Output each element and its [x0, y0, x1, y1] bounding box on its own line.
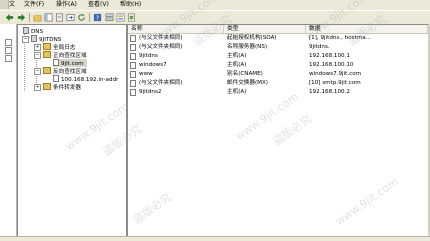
console-tree: DNS − 9JITDNS + 全局日志 − 正向查找区域 9jit.com −…: [17, 24, 127, 238]
record-data: windows7.9jit.com: [309, 71, 362, 77]
record-name: windows7: [139, 62, 167, 68]
expand-icon[interactable]: [5, 47, 12, 54]
record-name: (与父文件夹相同): [139, 35, 183, 41]
record-icon: [130, 89, 136, 96]
tree-node-reverse-zone-item[interactable]: 100.168.192.in-addr: [53, 75, 118, 83]
toolbar: ?: [0, 10, 430, 25]
record-type: 别名(CNAME): [227, 71, 263, 77]
server-icon: [31, 35, 37, 42]
zone-icon: [53, 75, 59, 82]
menu-bar: 文 文件(F) 操作(A) 查看(V) 帮助(H): [0, 0, 430, 9]
up-folder-icon[interactable]: [33, 13, 42, 22]
toolbar-separator: [89, 13, 90, 22]
table-row[interactable]: (与父文件夹相同) 起始授权机构(SOA) [1], 9jitdns., hos…: [128, 34, 428, 43]
tree-node-server[interactable]: 9JITDNS: [31, 35, 61, 43]
back-arrow-icon[interactable]: [5, 13, 14, 22]
record-icon: [130, 80, 136, 87]
record-type: 起始授权机构(SOA): [227, 35, 277, 41]
column-header-data[interactable]: 数据: [306, 25, 428, 33]
record-data: 192.168.100.1: [309, 53, 350, 59]
tree-label: 条件转发器: [53, 85, 81, 91]
menu-help[interactable]: 帮助(H): [120, 1, 141, 8]
menu-action[interactable]: 操作(A): [56, 1, 77, 8]
column-header-name[interactable]: 名称: [128, 25, 224, 33]
record-icon: [130, 44, 136, 51]
record-name: www: [139, 71, 153, 77]
left-strip: [0, 24, 17, 240]
forward-arrow-icon[interactable]: [17, 13, 26, 22]
record-name: 9jitdns2: [139, 89, 162, 95]
folder-icon: [43, 43, 51, 50]
record-type: 名称服务器(NS): [227, 44, 268, 50]
record-name: 9jitdns: [139, 53, 158, 59]
record-type: 邮件交换器(MX): [227, 80, 268, 86]
zone-icon[interactable]: [116, 13, 125, 22]
record-name: (与父文件夹相同): [139, 80, 183, 86]
record-data: [10] smtp.9jit.com: [309, 80, 361, 86]
record-icon: [130, 71, 136, 78]
app-icon: [0, 0, 9, 9]
records-list: 名称 类型 数据 (与父文件夹相同) 起始授权机构(SOA) [1], 9jit…: [127, 24, 429, 238]
refresh-icon[interactable]: [77, 13, 86, 22]
dns-icon: [23, 27, 29, 34]
record-type: 主机(A): [227, 53, 247, 59]
folder-icon: [43, 83, 51, 90]
expand-icon[interactable]: +: [34, 44, 41, 51]
tree-node-conditional-forwarders[interactable]: 条件转发器: [43, 83, 81, 91]
menu-view[interactable]: 查看(V): [88, 1, 109, 8]
menu-file-short[interactable]: 文: [9, 1, 15, 8]
record-icon[interactable]: [127, 13, 136, 22]
record-data: 192.168.100.2: [309, 89, 350, 95]
record-icon: [130, 62, 136, 69]
expand-icon[interactable]: [5, 55, 12, 62]
record-data: [1], 9jitdns., hostma...: [309, 35, 371, 41]
folder-icon: [43, 51, 51, 58]
table-row[interactable]: www 别名(CNAME) windows7.9jit.com: [128, 70, 428, 79]
help-icon[interactable]: ?: [93, 13, 102, 22]
menu-file[interactable]: 文件(F): [24, 1, 44, 8]
tree-node-forward-zone-item[interactable]: 9jit.com: [53, 59, 87, 67]
table-row[interactable]: 9jitdns2 主机(A) 192.168.100.2: [128, 88, 428, 97]
record-type: 主机(A): [227, 62, 247, 68]
tree-node-dns[interactable]: DNS: [23, 27, 43, 35]
properties-icon[interactable]: [55, 13, 64, 22]
toolbar-separator: [29, 13, 30, 22]
tree-node-forward-zones[interactable]: 正向查找区域: [43, 51, 87, 59]
expand-icon[interactable]: +: [34, 84, 41, 91]
svg-text:?: ?: [96, 15, 99, 22]
collapse-icon[interactable]: −: [22, 36, 29, 43]
tree-node-global-logs[interactable]: 全局日志: [43, 43, 75, 51]
record-name: (与父文件夹相同): [139, 44, 183, 50]
server-list-icon[interactable]: [105, 13, 114, 22]
list-header: 名称 类型 数据: [128, 25, 428, 34]
table-row[interactable]: 9jitdns 主机(A) 192.168.100.1: [128, 52, 428, 61]
expand-icon[interactable]: [5, 39, 12, 46]
table-row[interactable]: (与父文件夹相同) 邮件交换器(MX) [10] smtp.9jit.com: [128, 79, 428, 88]
export-list-icon[interactable]: [66, 13, 75, 22]
table-row[interactable]: windows7 主机(A) 192.168.100.10: [128, 61, 428, 70]
collapse-icon[interactable]: −: [34, 52, 41, 59]
record-type: 主机(A): [227, 89, 247, 95]
record-data: 192.168.100.10: [309, 62, 354, 68]
record-data: 9jitdns.: [309, 44, 330, 50]
console-tree-icon[interactable]: [44, 13, 53, 22]
record-icon: [130, 53, 136, 60]
zone-icon: [53, 59, 59, 66]
column-header-type[interactable]: 类型: [224, 25, 306, 33]
folder-icon: [43, 67, 51, 74]
record-icon: [130, 35, 136, 42]
table-row[interactable]: (与父文件夹相同) 名称服务器(NS) 9jitdns.: [128, 43, 428, 52]
collapse-icon[interactable]: −: [34, 68, 41, 75]
status-bar: [0, 236, 430, 241]
tree-node-reverse-zones[interactable]: 反向查找区域: [43, 67, 87, 75]
